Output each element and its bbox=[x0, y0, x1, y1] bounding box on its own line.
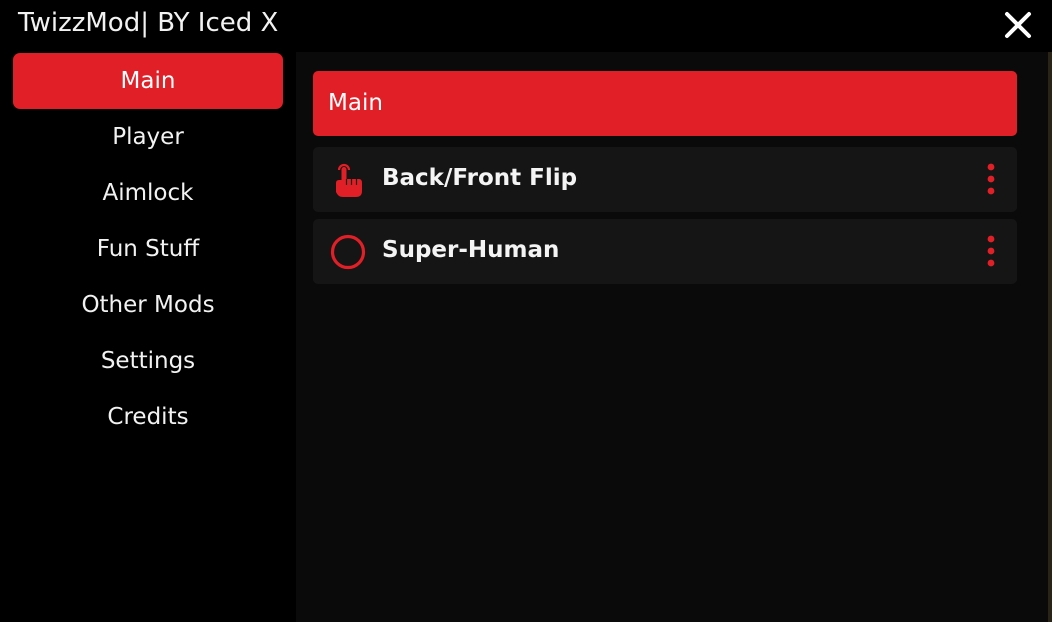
more-vertical-icon bbox=[987, 163, 995, 195]
title-bar: TwizzMod| BY Iced X bbox=[0, 0, 1052, 52]
main-panel: Main Back/Front Flip Super-Human bbox=[296, 52, 1048, 622]
section-header: Main bbox=[313, 71, 1017, 136]
mod-menu-window: TwizzMod| BY Iced X Main Player Aimlock … bbox=[0, 0, 1052, 622]
feature-row-back-front-flip[interactable]: Back/Front Flip bbox=[313, 147, 1017, 212]
feature-row-super-human[interactable]: Super-Human bbox=[313, 219, 1017, 284]
background-edge bbox=[1048, 52, 1052, 622]
more-options-button[interactable] bbox=[979, 161, 1003, 197]
more-options-button[interactable] bbox=[979, 233, 1003, 269]
close-icon bbox=[1005, 12, 1031, 38]
sidebar-item-credits[interactable]: Credits bbox=[13, 389, 283, 445]
feature-label: Super-Human bbox=[382, 237, 560, 263]
sidebar: Main Player Aimlock Fun Stuff Other Mods… bbox=[0, 52, 296, 622]
sidebar-item-aimlock[interactable]: Aimlock bbox=[13, 165, 283, 221]
close-button[interactable] bbox=[1000, 7, 1036, 43]
sidebar-item-player[interactable]: Player bbox=[13, 109, 283, 165]
sidebar-item-settings[interactable]: Settings bbox=[13, 333, 283, 389]
sidebar-item-main[interactable]: Main bbox=[13, 53, 283, 109]
sidebar-item-fun-stuff[interactable]: Fun Stuff bbox=[13, 221, 283, 277]
section-title: Main bbox=[328, 90, 383, 116]
more-vertical-icon bbox=[987, 235, 995, 267]
feature-label: Back/Front Flip bbox=[382, 165, 578, 191]
toggle-off-circle-icon[interactable] bbox=[329, 233, 367, 271]
window-title: TwizzMod| BY Iced X bbox=[18, 8, 279, 38]
sidebar-item-other-mods[interactable]: Other Mods bbox=[13, 277, 283, 333]
tap-hand-icon bbox=[336, 163, 362, 197]
